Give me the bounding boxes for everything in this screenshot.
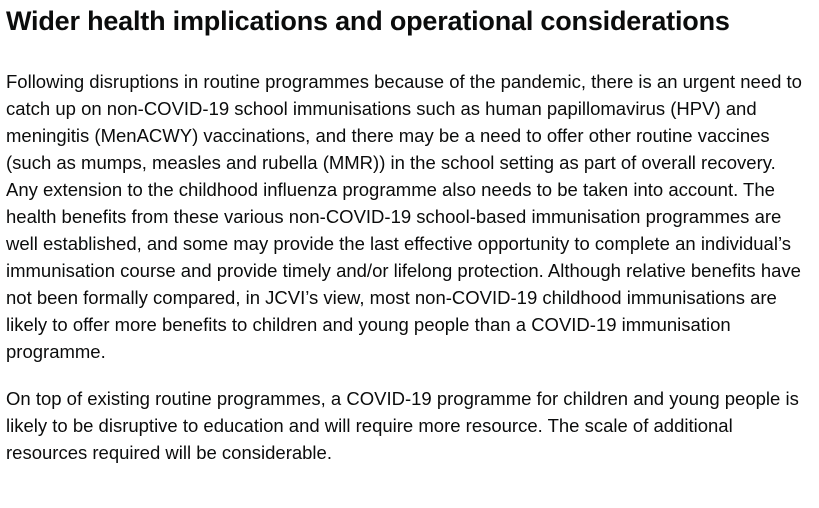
document-section: Wider health implications and operationa… bbox=[0, 0, 802, 466]
paragraph-resources: On top of existing routine programmes, a… bbox=[6, 388, 799, 463]
paragraph-routine-programmes: Following disruptions in routine program… bbox=[6, 71, 802, 362]
section-heading: Wider health implications and operationa… bbox=[6, 6, 730, 36]
